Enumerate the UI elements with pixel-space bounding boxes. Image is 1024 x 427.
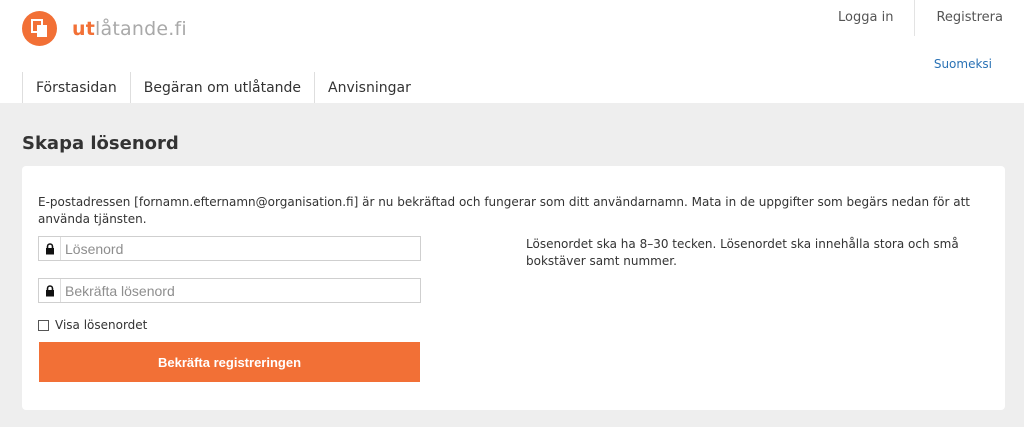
show-password-toggle[interactable]: Visa lösenordet (38, 318, 147, 332)
documents-icon (22, 11, 57, 46)
page-title: Skapa lösenord (22, 133, 179, 154)
password-requirements: Lösenordet ska ha 8–30 tecken. Lösenorde… (526, 237, 959, 268)
site-name-rest: låtande.fi (95, 17, 187, 40)
nav-item-home[interactable]: Förstasidan (22, 72, 130, 103)
password-card: E-postadressen [fornamn.efternamn@organi… (22, 166, 1005, 410)
nav-item-request[interactable]: Begäran om utlåtande (129, 72, 314, 103)
confirm-password-field[interactable] (38, 278, 421, 303)
main-nav: Förstasidan Begäran om utlåtande Anvisni… (22, 72, 427, 103)
intro-text: E-postadressen [fornamn.efternamn@organi… (38, 195, 970, 226)
nav-item-instructions[interactable]: Anvisningar (314, 72, 427, 103)
password-field[interactable] (38, 236, 421, 261)
show-password-checkbox[interactable] (38, 319, 49, 331)
lock-icon (39, 237, 61, 260)
site-name: utlåtande.fi (72, 18, 187, 40)
register-link[interactable]: Registrera (914, 0, 1024, 36)
site-header: utlåtande.fi Logga in Registrera Suomeks… (0, 0, 1024, 103)
site-logo[interactable]: utlåtande.fi (22, 11, 187, 46)
language-link[interactable]: Suomeksi (934, 57, 992, 71)
lock-icon (39, 279, 61, 302)
password-input[interactable] (61, 237, 420, 260)
show-password-label: Visa lösenordet (55, 318, 148, 332)
login-link[interactable]: Logga in (817, 0, 914, 36)
confirm-registration-button[interactable]: Bekräfta registreringen (39, 342, 420, 382)
site-name-bold: ut (72, 17, 96, 40)
account-links: Logga in Registrera (817, 0, 1024, 36)
confirm-password-input[interactable] (61, 279, 420, 302)
